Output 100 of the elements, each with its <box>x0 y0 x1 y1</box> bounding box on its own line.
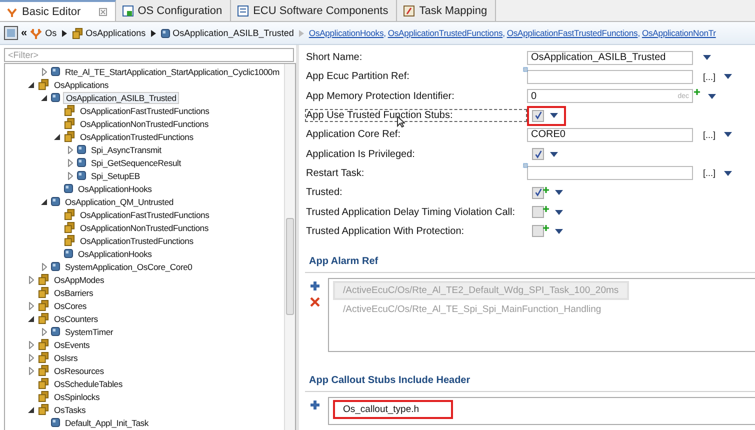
checkbox[interactable] <box>532 206 544 218</box>
tree-item[interactable]: OsApplicationNonTrustedFunctions <box>78 222 210 232</box>
checkbox[interactable] <box>532 186 544 199</box>
field-label: Short Name: <box>305 51 364 64</box>
dropdown-caret-icon[interactable] <box>555 190 563 196</box>
tree-item[interactable]: OsResources <box>52 366 106 376</box>
editor-tab[interactable]: Basic Editor <box>0 0 116 21</box>
container-icon <box>38 378 49 389</box>
tree-item[interactable]: OsApplication_QM_Untrusted <box>63 196 176 206</box>
dropdown-caret-icon[interactable] <box>555 210 563 215</box>
dropdown-caret-icon[interactable] <box>555 228 563 234</box>
editor-tab[interactable]: ECU Software Components <box>231 0 398 21</box>
expanded-arrow-icon[interactable] <box>41 198 47 204</box>
input-field[interactable]: OsApplication_ASILB_Trusted <box>527 50 693 65</box>
tree-item[interactable]: OsCores <box>52 300 89 310</box>
list-item[interactable]: Os_callout_type.h <box>333 400 453 419</box>
breadcrumb-item[interactable]: Os <box>45 28 57 38</box>
checkbox[interactable] <box>532 110 544 122</box>
field-label: Trusted Application Delay Timing Violation Call: <box>305 206 516 219</box>
tree-item[interactable]: OsApplicationFastTrustedFunctions <box>78 210 212 220</box>
close-icon[interactable] <box>98 8 107 16</box>
browse-button[interactable]: [...] <box>703 130 716 140</box>
tree-item[interactable]: OsSpinlocks <box>52 392 102 402</box>
add-icon[interactable] <box>310 280 320 291</box>
tree-item[interactable]: Default_Appl_Init_Task <box>63 418 151 428</box>
child-link[interactable]: OsApplicationHooks <box>308 28 384 38</box>
tree-item[interactable]: OsApplications <box>52 80 111 90</box>
collapsed-arrow-icon[interactable] <box>28 302 34 310</box>
tree-item[interactable]: OsApplicationHooks <box>76 248 154 258</box>
scroll-thumb[interactable] <box>286 218 294 315</box>
child-link[interactable]: OsApplicationNonTr <box>642 28 716 38</box>
field-label: App Ecuc Partition Ref: <box>305 70 410 84</box>
collapsed-arrow-icon[interactable] <box>68 158 72 166</box>
collapsed-arrow-icon[interactable] <box>28 276 34 284</box>
collapsed-arrow-icon[interactable] <box>28 340 34 348</box>
expanded-arrow-icon[interactable] <box>28 316 34 322</box>
expanded-arrow-icon[interactable] <box>28 82 34 88</box>
expanded-arrow-icon[interactable] <box>54 134 60 140</box>
tree-item[interactable]: OsCounters <box>52 314 100 324</box>
collapsed-arrow-icon[interactable] <box>68 172 72 180</box>
collapsed-arrow-icon[interactable] <box>42 328 46 336</box>
dropdown-caret-icon[interactable] <box>703 55 711 60</box>
checkbox[interactable] <box>532 225 544 238</box>
tree-item[interactable]: OsApplicationTrustedFunctions <box>78 132 196 142</box>
collapsed-arrow-icon[interactable] <box>28 366 34 374</box>
breadcrumb-item[interactable]: OsApplication_ASILB_Trusted <box>172 28 294 38</box>
field-label: App Memory Protection Identifier: <box>305 90 456 103</box>
tree-item[interactable]: OsIsrs <box>52 352 80 362</box>
browse-button[interactable]: [...] <box>703 168 716 178</box>
container-icon <box>38 352 49 363</box>
input-field[interactable] <box>527 166 693 180</box>
child-link[interactable]: OsApplicationTrustedFunctions <box>388 28 503 38</box>
tree-item[interactable]: OsEvents <box>52 340 92 350</box>
tree-item[interactable]: Spi_GetSequenceResult <box>89 158 183 168</box>
collapsed-arrow-icon[interactable] <box>28 354 34 362</box>
tree-item[interactable]: OsApplication_ASILB_Trusted <box>63 92 180 104</box>
add-icon[interactable] <box>310 400 320 410</box>
scrollbar[interactable] <box>284 64 295 430</box>
editor-tab[interactable]: OS Configuration <box>116 0 232 21</box>
tree-item[interactable]: OsApplicationTrustedFunctions <box>78 236 196 246</box>
delete-icon[interactable] <box>310 296 320 307</box>
container-icon <box>38 404 49 415</box>
tree-item[interactable]: SystemApplication_OsCore_Core0 <box>63 262 194 272</box>
item-icon <box>51 197 60 206</box>
editor-tab[interactable]: Task Mapping <box>397 0 496 21</box>
item-icon <box>160 28 170 38</box>
expanded-arrow-icon[interactable] <box>28 406 34 412</box>
pencil-icon <box>403 4 416 16</box>
container-icon <box>64 235 75 246</box>
dropdown-caret-icon[interactable] <box>724 74 732 80</box>
dropdown-caret-icon[interactable] <box>724 132 732 138</box>
collapsed-arrow-icon[interactable] <box>68 146 72 154</box>
browse-button[interactable]: [...] <box>703 72 716 82</box>
tree-item[interactable]: SystemTimer <box>63 326 116 336</box>
child-link[interactable]: OsApplicationFastTrustedFunctions <box>506 28 638 38</box>
dropdown-caret-icon[interactable] <box>708 94 716 99</box>
tree-item[interactable]: Spi_SetupEB <box>89 170 142 180</box>
tree-item[interactable]: OsBarriers <box>52 288 96 298</box>
tree-item[interactable]: OsTasks <box>52 404 88 414</box>
collapsed-arrow-icon[interactable] <box>42 262 46 270</box>
tree-item[interactable]: Spi_AsyncTransmit <box>89 144 164 154</box>
input-field[interactable] <box>527 70 693 84</box>
expanded-arrow-icon[interactable] <box>41 94 47 100</box>
tree-item[interactable]: OsApplicationNonTrustedFunctions <box>78 118 210 128</box>
breadcrumb-item[interactable]: OsApplications <box>86 28 146 38</box>
dropdown-caret-icon[interactable] <box>550 113 558 118</box>
item-icon <box>64 184 73 193</box>
input-field[interactable]: CORE0 <box>527 128 693 142</box>
back-button[interactable]: « <box>21 27 28 39</box>
checkbox[interactable] <box>532 148 544 160</box>
view-toggle-icon[interactable] <box>4 26 18 40</box>
tree-item[interactable]: OsApplicationFastTrustedFunctions <box>78 106 212 116</box>
tree-item[interactable]: OsApplicationHooks <box>76 184 154 194</box>
dropdown-caret-icon[interactable] <box>724 170 732 176</box>
filter-field[interactable]: <Filter> <box>4 48 294 62</box>
tree-item[interactable]: Rte_Al_TE_StartApplication_StartApplication_Cyclic1000m <box>63 66 282 76</box>
tree-item[interactable]: OsScheduleTables <box>52 378 124 388</box>
tree-item[interactable]: OsAppModes <box>52 274 106 284</box>
collapsed-arrow-icon[interactable] <box>42 68 46 76</box>
dropdown-caret-icon[interactable] <box>550 152 558 157</box>
